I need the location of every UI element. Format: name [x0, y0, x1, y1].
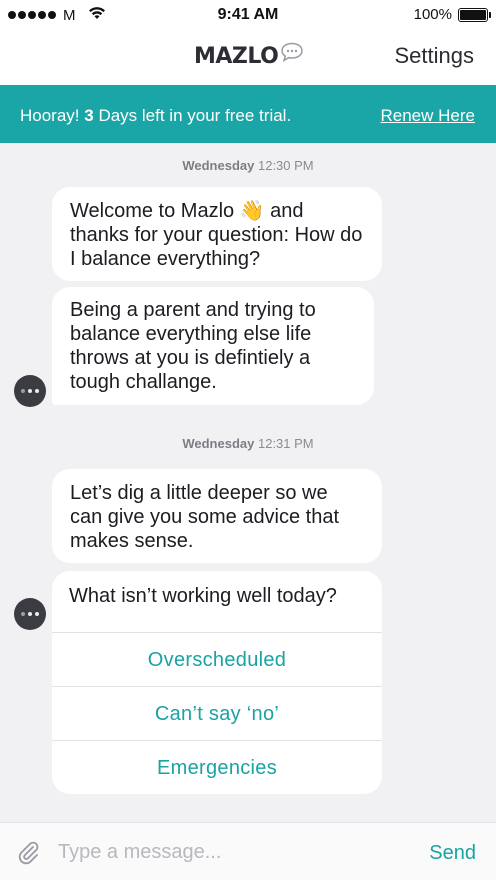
question-text: What isn’t working well today? [69, 585, 337, 607]
bot-avatar-icon [14, 598, 46, 630]
bot-avatar-icon [14, 375, 46, 407]
chat-message: Let’s dig a little deeper so we can give… [52, 469, 382, 563]
renew-link[interactable]: Renew Here [381, 106, 476, 126]
send-button[interactable]: Send [429, 842, 476, 865]
chat-bubble-icon [280, 42, 304, 67]
paperclip-icon[interactable] [16, 840, 40, 871]
trial-banner: Hooray! 3 Days left in your free trial. … [0, 85, 496, 143]
timestamp-day: Wednesday [182, 436, 255, 451]
trial-suffix: Days left in your free trial. [93, 106, 292, 125]
quick-reply-card: What isn’t working well today? Oversched… [52, 571, 382, 794]
chat-timestamp: Wednesday 12:30 PM [0, 158, 496, 173]
timestamp-day: Wednesday [182, 158, 255, 173]
timestamp-time: 12:31 PM [257, 436, 314, 451]
message-composer: Send [0, 822, 496, 880]
battery-percent: 100% [413, 6, 452, 23]
quick-reply-option[interactable]: Can’t say ‘no’ [52, 686, 382, 740]
battery-status: 100% [413, 6, 491, 23]
status-bar: M 9:41 AM 100% [0, 0, 496, 30]
message-input[interactable] [58, 837, 398, 867]
logo-text: MAZLO [194, 44, 279, 69]
quick-reply-option[interactable]: Emergencies [52, 740, 382, 794]
trial-prefix: Hooray! [20, 106, 85, 125]
battery-icon [458, 7, 491, 22]
chat-message: Welcome to Mazlo 👋 and thanks for your q… [52, 187, 382, 281]
trial-days: 3 [84, 106, 94, 125]
chat-timestamp: Wednesday 12:31 PM [0, 436, 496, 451]
chat-message: Being a parent and trying to balance eve… [52, 287, 374, 405]
timestamp-time: 12:30 PM [257, 158, 314, 173]
trial-message: Hooray! 3 Days left in your free trial. [20, 106, 291, 126]
navigation-bar: MAZLO Settings [0, 30, 496, 85]
mazlo-logo: MAZLO [194, 42, 304, 70]
settings-button[interactable]: Settings [395, 43, 475, 69]
quick-reply-option[interactable]: Overscheduled [52, 632, 382, 686]
